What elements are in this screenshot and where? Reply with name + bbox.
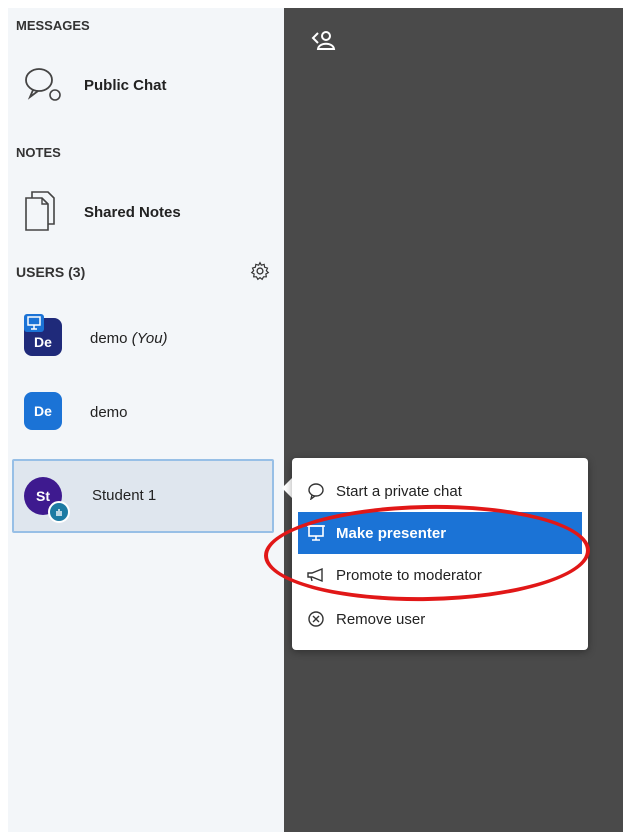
avatar: De — [24, 392, 62, 430]
avatar-initials: De — [34, 334, 52, 350]
shared-notes-label: Shared Notes — [84, 204, 181, 221]
user-you-suffix: (You) — [131, 330, 168, 347]
hand-icon — [56, 509, 62, 516]
remove-circle-icon — [306, 609, 326, 629]
public-chat-item[interactable]: Public Chat — [8, 60, 284, 114]
presenter-icon — [24, 314, 44, 332]
main-content-area — [284, 8, 623, 832]
user-list-item-selected[interactable]: St Student 1 — [12, 459, 274, 533]
users-section-title: USERS (3) — [16, 264, 86, 280]
public-chat-label: Public Chat — [84, 77, 167, 94]
toggle-userlist-icon[interactable] — [310, 28, 336, 52]
user-list-item[interactable]: De demo — [8, 386, 284, 446]
notes-section-title: NOTES — [16, 145, 61, 160]
user-name: demo (You) — [90, 330, 168, 347]
avatar-initials: St — [36, 488, 50, 504]
document-icon — [25, 191, 55, 231]
shared-notes-item[interactable]: Shared Notes — [8, 186, 284, 240]
gear-icon[interactable] — [250, 261, 270, 281]
user-list-item[interactable]: De demo (You) — [8, 308, 284, 368]
user-name-text: demo — [90, 330, 128, 347]
chat-bubble-icon — [25, 68, 61, 101]
menu-item-label: Remove user — [336, 610, 426, 628]
messages-section-title: MESSAGES — [16, 18, 90, 33]
menu-item-label: Start a private chat — [336, 482, 462, 500]
chat-bubble-icon — [306, 481, 326, 501]
avatar-initials: De — [34, 403, 52, 419]
status-badge — [48, 501, 70, 523]
user-name: Student 1 — [92, 487, 157, 504]
remove-user-menu-item[interactable]: Remove user — [298, 598, 582, 640]
user-name: demo — [90, 404, 128, 421]
user-list-sidebar: MESSAGES Public Chat NOTES Shared Notes … — [8, 8, 284, 832]
